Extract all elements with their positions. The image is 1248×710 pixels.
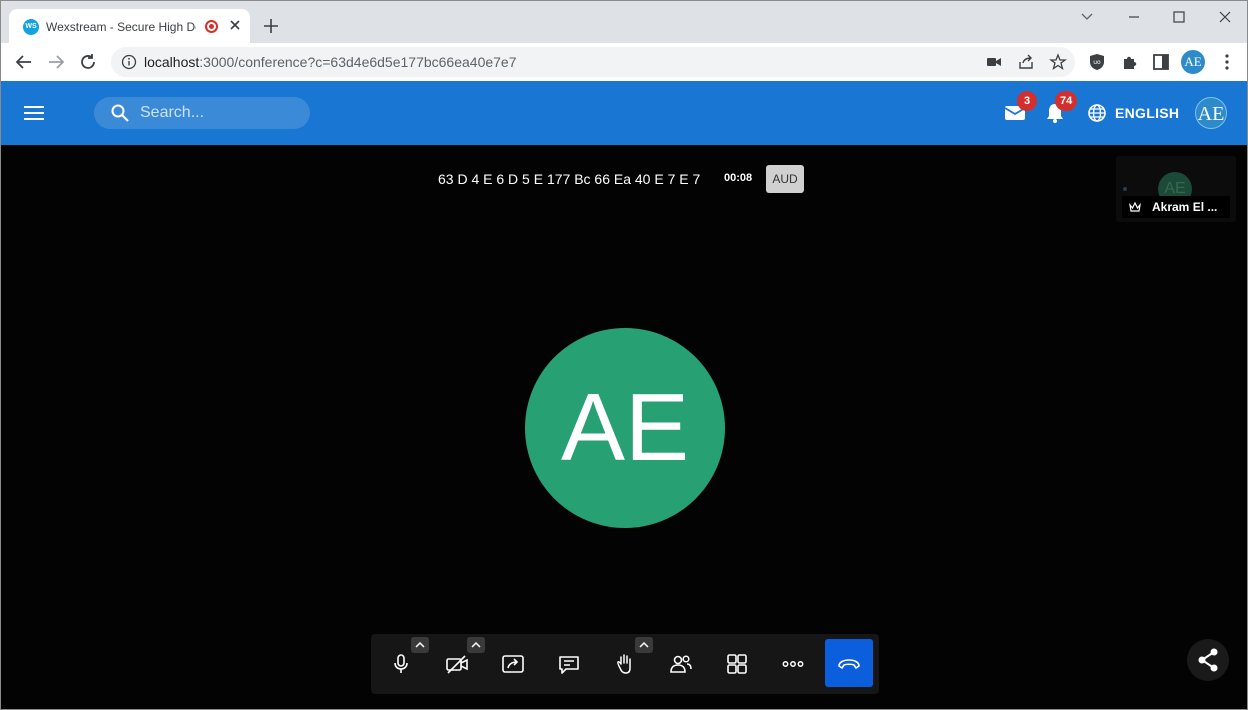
browser-titlebar: WS Wexstream - Secure High De	[1, 1, 1247, 43]
conference-toolbox	[371, 634, 879, 694]
browser-window: WS Wexstream - Secure High De localhost:…	[0, 0, 1248, 710]
new-tab-icon[interactable]	[262, 17, 280, 35]
conference-stage: 63 D 4 E 6 D 5 E 177 Bc 66 Ea 40 E 7 E 7…	[1, 145, 1247, 709]
video-options-caret[interactable]	[467, 637, 485, 653]
reactions-caret[interactable]	[635, 637, 653, 653]
url-text: localhost:3000/conference?c=63d4e6d5e177…	[144, 54, 517, 70]
call-timer: 00:08	[724, 172, 753, 184]
ublock-extension-icon[interactable]: uo	[1087, 52, 1107, 72]
hamburger-menu-icon[interactable]	[23, 104, 45, 122]
notifications-button[interactable]: 74	[1043, 91, 1078, 125]
browser-profile-avatar[interactable]: AE	[1181, 50, 1205, 74]
user-avatar[interactable]: AE	[1195, 97, 1227, 129]
back-arrow-icon[interactable]	[13, 51, 35, 73]
thumbnail-name: Akram El ...	[1152, 200, 1218, 214]
extensions-puzzle-icon[interactable]	[1120, 52, 1140, 72]
more-icon	[782, 661, 804, 667]
raise-hand-icon	[617, 654, 631, 674]
chevron-up-icon	[471, 641, 481, 648]
tab-search-icon[interactable]	[1073, 7, 1101, 27]
svg-text:uo: uo	[1093, 59, 1101, 66]
language-selector[interactable]: ENGLISH	[1087, 101, 1179, 125]
camera-in-use-icon[interactable]	[985, 53, 1003, 71]
recording-indicator-icon	[205, 20, 218, 33]
tile-view-icon	[727, 654, 747, 674]
tile-view-button[interactable]	[715, 644, 759, 684]
participants-button[interactable]	[659, 644, 703, 684]
camera-off-icon	[446, 655, 468, 674]
more-actions-button[interactable]	[771, 644, 815, 684]
moderator-crown-icon	[1129, 201, 1141, 212]
url-host: localhost	[144, 54, 200, 70]
share-icon	[1198, 648, 1218, 672]
language-label: ENGLISH	[1115, 105, 1180, 121]
search-bar	[94, 97, 310, 129]
minimize-icon[interactable]	[1120, 7, 1148, 27]
browser-toolbar: localhost:3000/conference?c=63d4e6d5e177…	[1, 43, 1247, 81]
wexstream-favicon-icon: WS	[23, 19, 39, 35]
hangup-icon	[838, 659, 860, 669]
address-bar[interactable]: localhost:3000/conference?c=63d4e6d5e177…	[111, 47, 1075, 77]
search-icon	[111, 104, 129, 122]
participant-thumbnail[interactable]: AE Akram El ...	[1116, 156, 1236, 222]
tab-title: Wexstream - Secure High De	[46, 20, 196, 34]
browser-menu-icon[interactable]	[1217, 52, 1237, 72]
participants-icon	[670, 655, 692, 673]
maximize-icon[interactable]	[1165, 7, 1193, 27]
screen-share-button[interactable]	[491, 644, 535, 684]
screen-share-icon	[502, 655, 524, 673]
chat-icon	[559, 656, 579, 674]
url-path: :3000/conference?c=63d4e6d5e177bc66ea40e…	[199, 54, 517, 70]
messages-button[interactable]: 3	[1003, 91, 1037, 125]
connection-indicator-icon	[1123, 187, 1127, 191]
close-window-icon[interactable]	[1211, 7, 1239, 27]
chevron-up-icon	[639, 641, 649, 648]
share-page-icon[interactable]	[1017, 53, 1035, 71]
reload-icon[interactable]	[77, 51, 99, 73]
main-participant-avatar: AE	[525, 328, 725, 528]
room-name: 63 D 4 E 6 D 5 E 177 Bc 66 Ea 40 E 7 E 7	[438, 171, 701, 187]
microphone-icon	[394, 654, 408, 673]
bookmark-star-icon[interactable]	[1049, 53, 1067, 71]
thumbnail-label: Akram El ...	[1122, 196, 1230, 218]
forward-arrow-icon[interactable]	[45, 51, 67, 73]
close-tab-icon[interactable]	[227, 17, 243, 33]
chevron-up-icon	[415, 641, 425, 648]
audio-options-caret[interactable]	[411, 637, 429, 653]
messages-count-badge: 3	[1017, 91, 1037, 111]
share-link-button[interactable]	[1187, 639, 1229, 681]
audio-only-badge: AUD	[766, 165, 804, 193]
search-input[interactable]	[140, 103, 300, 123]
browser-tab[interactable]: WS Wexstream - Secure High De	[9, 9, 250, 43]
app-header: 3 74 ENGLISH AE	[1, 81, 1247, 145]
side-panel-icon[interactable]	[1151, 52, 1171, 72]
site-info-icon[interactable]	[121, 54, 137, 70]
hangup-button[interactable]	[825, 639, 873, 687]
notifications-count-badge: 74	[1055, 91, 1078, 111]
globe-icon	[1088, 104, 1106, 122]
chat-button[interactable]	[547, 644, 591, 684]
